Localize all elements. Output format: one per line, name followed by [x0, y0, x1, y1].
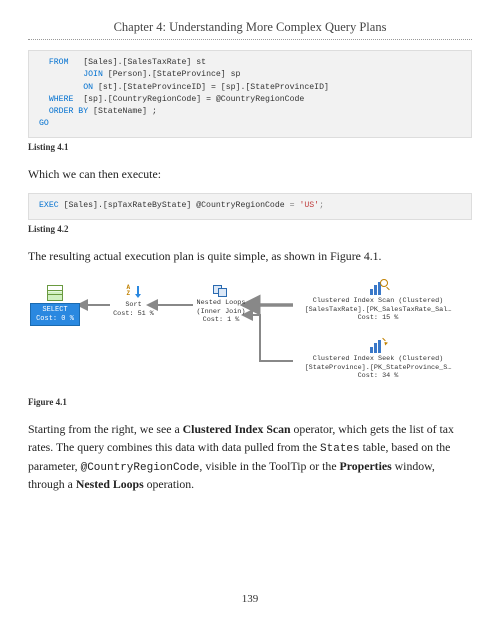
bold-term: Nested Loops — [76, 477, 144, 491]
listing-4-2-label: Listing 4.2 — [28, 224, 472, 234]
clustered-index-seek-icon — [370, 339, 386, 353]
node-label: Nested Loops — [186, 299, 256, 307]
node-label: Sort — [106, 301, 161, 309]
nested-loops-icon — [213, 283, 229, 297]
sql-fragment: [sp].[CountryRegionCode] = @CountryRegio… — [73, 95, 304, 104]
code-listing-4-2: EXEC [Sales].[spTaxRateByState] @Country… — [28, 193, 472, 219]
table-result-icon — [47, 285, 63, 301]
figure-4-1-label: Figure 4.1 — [28, 397, 472, 407]
sql-keyword: WHERE — [49, 95, 74, 104]
sql-fragment: [Sales].[spTaxRateByState] — [59, 201, 197, 210]
node-sublabel: [StateProvince].[PK_StateProvince_S… — [288, 364, 468, 372]
page-number: 139 — [0, 593, 500, 605]
page: Chapter 4: Understanding More Complex Qu… — [0, 0, 500, 617]
text-run: operation. — [144, 477, 194, 491]
code-inline: States — [320, 443, 360, 455]
sql-keyword: GO — [39, 119, 49, 128]
sql-operator: = — [285, 201, 300, 210]
node-cost: Cost: 0 % — [35, 315, 75, 323]
sql-fragment: [StateName] ; — [88, 107, 157, 116]
node-cost: Cost: 51 % — [106, 310, 161, 318]
execution-plan-diagram: SELECT Cost: 0 % AZ Sort Cost: 51 % Nest… — [28, 275, 472, 395]
plan-node-select: SELECT Cost: 0 % — [30, 285, 80, 326]
sql-string: 'US' — [299, 201, 319, 210]
plan-node-nested-loops: Nested Loops (Inner Join) Cost: 1 % — [186, 283, 256, 324]
sql-keyword: EXEC — [39, 201, 59, 210]
listing-4-1-label: Listing 4.1 — [28, 142, 472, 152]
sql-keyword: JOIN — [83, 70, 103, 79]
text-run: , visible in the ToolTip or the — [199, 459, 339, 473]
node-label: SELECT — [35, 306, 75, 314]
chapter-title: Chapter 4: Understanding More Complex Qu… — [28, 20, 472, 35]
node-cost: Cost: 34 % — [288, 372, 468, 380]
paragraph: The resulting actual execution plan is q… — [28, 248, 472, 266]
select-cost-box: SELECT Cost: 0 % — [30, 303, 80, 326]
header-rule — [28, 39, 472, 40]
sql-keyword: ON — [83, 83, 93, 92]
text-run: Starting from the right, we see a — [28, 422, 183, 436]
bold-term: Properties — [340, 459, 392, 473]
clustered-index-scan-icon — [370, 281, 386, 295]
node-cost: Cost: 15 % — [288, 314, 468, 322]
node-label: Clustered Index Scan (Clustered) — [288, 297, 468, 305]
sql-fragment: [st].[StateProvinceID] = [sp].[StateProv… — [93, 83, 329, 92]
sql-keyword: ORDER BY — [49, 107, 88, 116]
plan-node-sort: AZ Sort Cost: 51 % — [106, 285, 161, 318]
sql-operator: ; — [319, 201, 324, 210]
node-sublabel: (Inner Join) — [186, 308, 256, 316]
node-label: Clustered Index Seek (Clustered) — [288, 355, 468, 363]
plan-node-index-scan: Clustered Index Scan (Clustered) [SalesT… — [288, 281, 468, 322]
bold-term: Clustered Index Scan — [183, 422, 291, 436]
sql-variable: @CountryRegionCode — [196, 201, 284, 210]
sql-keyword: FROM — [49, 58, 69, 67]
paragraph: Which we can then execute: — [28, 166, 472, 184]
paragraph: Starting from the right, we see a Cluste… — [28, 421, 472, 493]
node-cost: Cost: 1 % — [186, 316, 256, 324]
sort-icon: AZ — [127, 285, 141, 299]
plan-node-index-seek: Clustered Index Seek (Clustered) [StateP… — [288, 339, 468, 380]
sql-fragment: [Sales].[SalesTaxRate] st — [68, 58, 206, 67]
code-inline: @CountryRegionCode — [81, 462, 200, 474]
code-listing-4-1: FROM [Sales].[SalesTaxRate] st JOIN [Per… — [28, 50, 472, 138]
sql-fragment: [Person].[StateProvince] sp — [103, 70, 241, 79]
node-sublabel: [SalesTaxRate].[PK_SalesTaxRate_Sal… — [288, 306, 468, 314]
